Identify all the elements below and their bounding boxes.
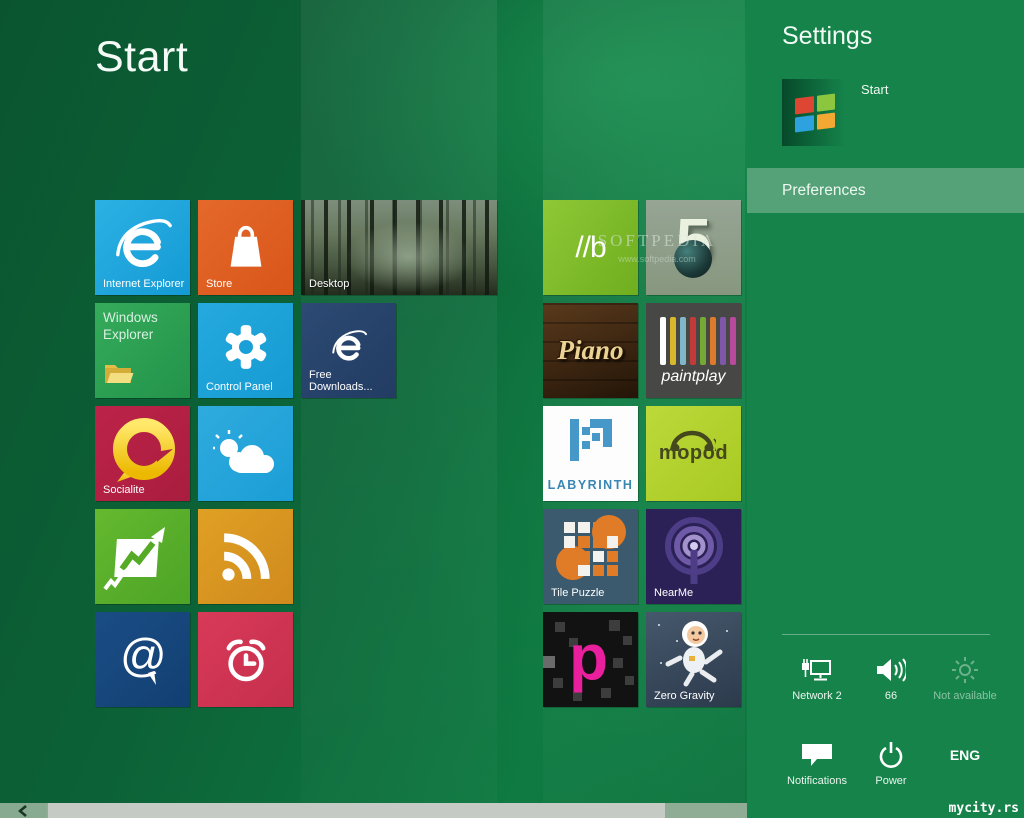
mopod-logo: mopod — [646, 406, 741, 501]
settings-charm-panel: Settings Start Preferences Network 2 66 … — [747, 0, 1024, 818]
tile-label: Socialite — [103, 484, 145, 496]
tile-mail[interactable]: @ — [95, 612, 190, 707]
tile-label: Store — [206, 278, 233, 290]
tile-label: Desktop — [309, 278, 350, 290]
brightness-label: Not available — [933, 690, 997, 702]
rss-icon — [198, 509, 293, 604]
at-bubble-icon: @ — [95, 612, 190, 707]
horizontal-scrollbar[interactable] — [0, 803, 747, 818]
tile-internet-explorer[interactable]: Internet Explorer — [95, 200, 190, 295]
paint-stripes-icon — [660, 317, 736, 365]
five-sphere-icon — [674, 240, 712, 278]
tile-mopod[interactable]: mopod — [646, 406, 741, 501]
brightness-icon — [951, 654, 979, 686]
speaker-icon — [876, 654, 906, 686]
tile-label: Control Panel — [206, 381, 273, 393]
tile-p-app[interactable]: p — [543, 612, 638, 707]
scrollbar-thumb[interactable] — [48, 803, 665, 818]
tile-piano[interactable]: Piano — [543, 303, 638, 398]
site-watermark: mycity.rs — [948, 801, 1019, 816]
tile-free-downloads[interactable]: Free Downloads... — [301, 303, 396, 398]
language-label: ENG — [949, 747, 981, 763]
b-board-logo: //b — [575, 230, 606, 264]
piano-logo: Piano — [557, 335, 624, 365]
tile-desktop[interactable]: Desktop — [301, 200, 497, 295]
quick-settings-grid: Network 2 66 Not available Notifications… — [780, 648, 1002, 818]
tile-rss[interactable] — [198, 509, 293, 604]
tile-b-board[interactable]: //b — [543, 200, 638, 295]
power-icon — [878, 739, 904, 771]
tile-store[interactable]: Store — [198, 200, 293, 295]
network-icon — [801, 654, 833, 686]
alarm-clock-icon — [198, 612, 293, 707]
volume-setting[interactable]: 66 — [854, 648, 928, 733]
scroll-left-button[interactable] — [0, 803, 46, 818]
tile-label: Internet Explorer — [103, 278, 185, 290]
astronaut-icon — [662, 616, 726, 693]
power-setting[interactable]: Power — [854, 733, 928, 818]
puzzle-grid-icon — [556, 515, 626, 580]
tile-five[interactable]: 5 — [646, 200, 741, 295]
windows-logo-tile — [782, 79, 848, 146]
preferences-menu-item[interactable]: Preferences — [747, 168, 1024, 213]
tile-zero-gravity[interactable]: Zero Gravity — [646, 612, 741, 707]
chevron-left-icon — [18, 804, 27, 817]
folder-icon — [104, 360, 135, 390]
tile-control-panel[interactable]: Control Panel — [198, 303, 293, 398]
windows-logo-icon — [795, 93, 835, 132]
tile-label: Zero Gravity — [654, 690, 715, 702]
page-title: Start — [95, 33, 189, 81]
settings-start-label: Start — [861, 82, 889, 97]
labyrinth-logo: LABYRINTH — [547, 478, 634, 492]
tile-tile-puzzle[interactable]: Tile Puzzle — [543, 509, 638, 604]
brightness-setting[interactable]: Not available — [928, 648, 1002, 733]
p-logo: p — [569, 621, 609, 693]
tile-label: Free Downloads... — [309, 369, 373, 393]
network-setting[interactable]: Network 2 — [780, 648, 854, 733]
tile-nearme[interactable]: NearMe — [646, 509, 741, 604]
start-screen: Start Internet Explorer Store Desktop Wi… — [0, 0, 1024, 818]
tile-finance[interactable] — [95, 509, 190, 604]
notifications-bubble-icon — [801, 739, 833, 771]
tile-windows-explorer[interactable]: Windows Explorer — [95, 303, 190, 398]
notifications-setting[interactable]: Notifications — [780, 733, 854, 818]
tile-alarm[interactable] — [198, 612, 293, 707]
tile-label: Tile Puzzle — [551, 587, 605, 599]
stock-chart-icon — [95, 509, 190, 604]
divider — [782, 634, 990, 635]
tile-labyrinth[interactable]: LABYRINTH — [543, 406, 638, 501]
tile-socialite[interactable]: Socialite — [95, 406, 190, 501]
paintplay-logo: paintplay — [661, 368, 726, 385]
preferences-label: Preferences — [782, 181, 866, 199]
labyrinth-maze-icon — [568, 419, 614, 466]
background-glow — [301, 0, 497, 803]
notifications-label: Notifications — [787, 775, 847, 787]
settings-start-item[interactable]: Start — [782, 79, 888, 146]
tile-label: NearMe — [654, 587, 694, 599]
network-label: Network 2 — [792, 690, 842, 702]
weather-icon — [198, 406, 293, 501]
power-label: Power — [875, 775, 907, 787]
svg-text:@: @ — [120, 629, 167, 681]
tile-weather[interactable] — [198, 406, 293, 501]
tile-label: Windows Explorer — [103, 310, 158, 342]
volume-label: 66 — [884, 690, 898, 702]
tile-paintplay[interactable]: paintplay — [646, 303, 741, 398]
settings-panel-title: Settings — [782, 22, 873, 50]
